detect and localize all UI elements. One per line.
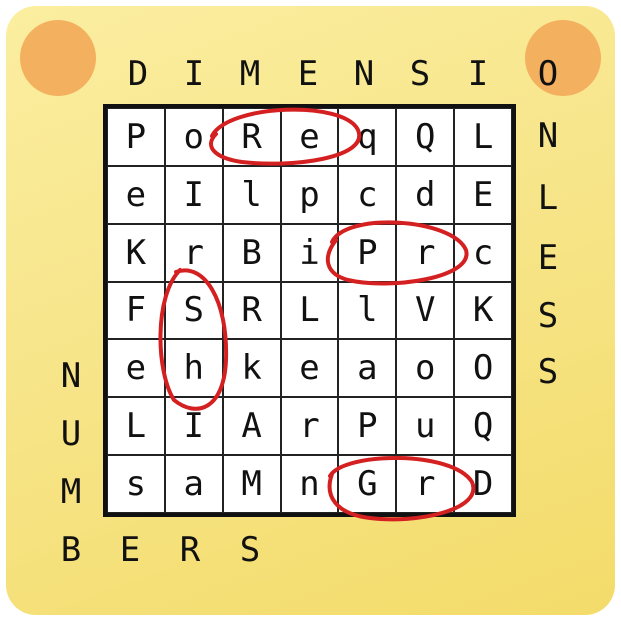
word-letter: L — [537, 178, 559, 218]
word-letter: N — [537, 116, 559, 156]
grid-cell[interactable]: o — [164, 108, 223, 166]
grid-cell[interactable]: R — [222, 281, 281, 340]
word-letter: S — [239, 530, 261, 570]
grid-cell[interactable]: e — [107, 339, 165, 398]
grid-cell[interactable]: L — [454, 108, 512, 166]
word-letter: E — [537, 238, 559, 278]
grid-cell[interactable]: i — [280, 223, 339, 282]
grid-cell[interactable]: p — [280, 165, 339, 224]
grid-cell[interactable]: V — [396, 281, 455, 340]
word-letter: S — [409, 54, 431, 94]
grid-cell[interactable]: h — [164, 339, 223, 398]
word-letter: E — [119, 530, 141, 570]
grid-cell[interactable]: O — [454, 339, 512, 398]
grid-cell[interactable]: I — [164, 165, 223, 224]
grid-cell[interactable]: e — [107, 165, 165, 224]
corner-pin-left — [20, 20, 96, 96]
grid-cell[interactable]: Q — [396, 108, 455, 166]
grid-cell[interactable]: F — [107, 281, 165, 340]
grid-cell[interactable]: L — [280, 281, 339, 340]
grid-cell[interactable]: P — [107, 108, 165, 166]
grid-cell[interactable]: e — [280, 108, 339, 166]
word-letter: S — [537, 296, 559, 336]
word-letter: E — [297, 54, 319, 94]
letter-grid: P o R e q Q L e I l p c d E K r B i P r … — [103, 104, 516, 517]
grid-cell[interactable]: r — [396, 223, 455, 282]
grid-cell[interactable]: R — [222, 108, 281, 166]
grid-cell[interactable]: k — [222, 339, 281, 398]
word-letter: M — [239, 54, 261, 94]
grid-cell[interactable]: l — [338, 281, 397, 340]
grid-cell[interactable]: I — [164, 397, 223, 456]
grid-cell[interactable]: c — [338, 165, 397, 224]
word-letter: I — [183, 54, 205, 94]
grid-cell[interactable]: D — [454, 455, 512, 513]
word-letter: B — [60, 530, 82, 570]
word-letter: N — [353, 54, 375, 94]
grid-cell[interactable]: L — [107, 397, 165, 456]
grid-cell[interactable]: a — [338, 339, 397, 398]
grid-cell[interactable]: Q — [454, 397, 512, 456]
grid-cell[interactable]: r — [280, 397, 339, 456]
word-letter: I — [467, 54, 489, 94]
grid-cell[interactable]: P — [338, 223, 397, 282]
grid-cell[interactable]: E — [454, 165, 512, 224]
grid-cell[interactable]: n — [280, 455, 339, 513]
word-letter: N — [60, 356, 82, 396]
grid-cell[interactable]: G — [338, 455, 397, 513]
grid-cell[interactable]: c — [454, 223, 512, 282]
word-letter: S — [537, 352, 559, 392]
grid-cell[interactable]: A — [222, 397, 281, 456]
grid-cell[interactable]: q — [338, 108, 397, 166]
word-letter: M — [60, 472, 82, 512]
grid-cell[interactable]: P — [338, 397, 397, 456]
grid-cell[interactable]: B — [222, 223, 281, 282]
grid-cell[interactable]: K — [454, 281, 512, 340]
grid-cell[interactable]: u — [396, 397, 455, 456]
word-letter: O — [537, 54, 559, 94]
grid-cell[interactable]: o — [396, 339, 455, 398]
grid-cell[interactable]: K — [107, 223, 165, 282]
word-letter: U — [60, 414, 82, 454]
grid-cell[interactable]: S — [164, 281, 223, 340]
word-letter: R — [179, 530, 201, 570]
grid-cell[interactable]: l — [222, 165, 281, 224]
grid-cell[interactable]: M — [222, 455, 281, 513]
grid-cell[interactable]: d — [396, 165, 455, 224]
grid-cell[interactable]: r — [164, 223, 223, 282]
grid-cell[interactable]: e — [280, 339, 339, 398]
grid-cell[interactable]: a — [164, 455, 223, 513]
grid-cell[interactable]: s — [107, 455, 165, 513]
word-letter: D — [127, 54, 149, 94]
grid-cell[interactable]: r — [396, 455, 455, 513]
